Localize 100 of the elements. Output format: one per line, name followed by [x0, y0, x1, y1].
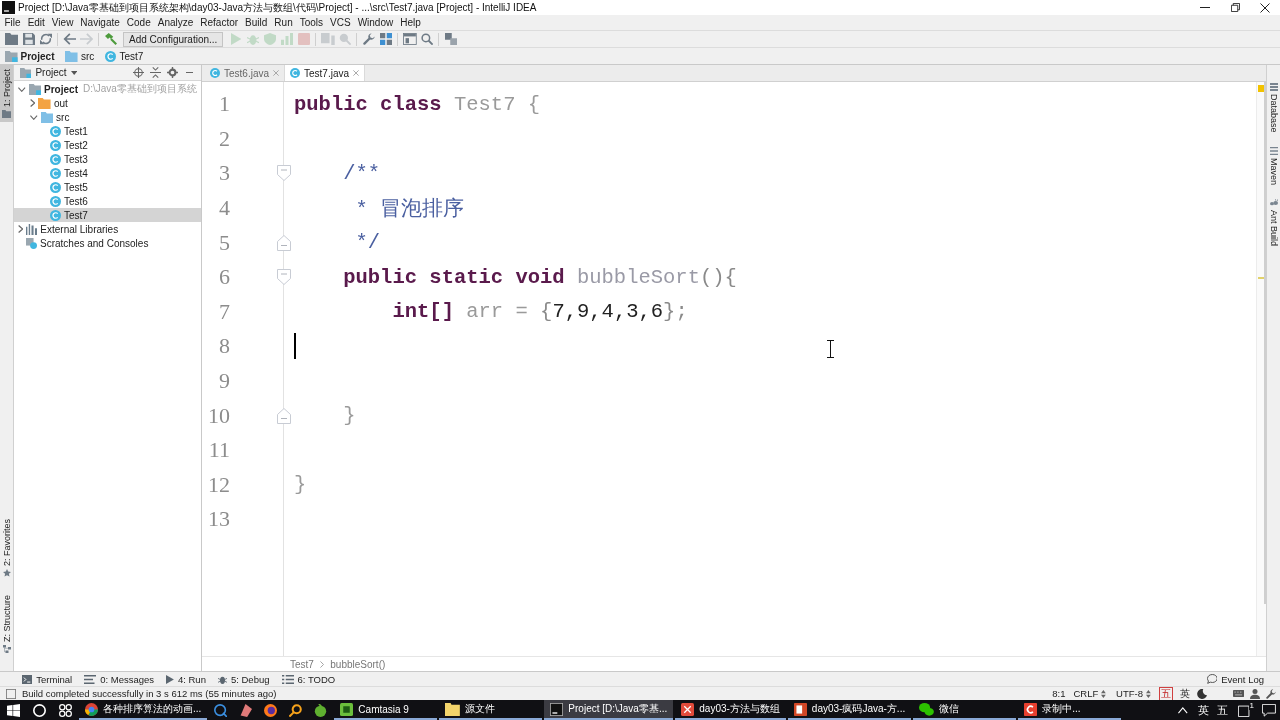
fold-marker-icon[interactable] [277, 269, 291, 286]
menu-item[interactable]: Edit [24, 15, 49, 30]
magnifier-icon [289, 703, 303, 717]
class-icon [50, 195, 61, 207]
bar-chart-icon [280, 33, 293, 45]
menu-item[interactable]: Build [241, 15, 271, 30]
tool-window-button[interactable]: 1: Project [0, 65, 13, 123]
menu-item[interactable]: VCS [326, 15, 355, 30]
tree-item[interactable]: External Libraries [14, 222, 123, 236]
tree-item[interactable]: src [14, 110, 74, 124]
shield-icon [263, 33, 276, 45]
navigation-crumb[interactable]: src [65, 50, 95, 62]
breadcrumb-item[interactable]: Test7 [290, 658, 314, 670]
class-icon [50, 167, 61, 179]
tool-window-button[interactable]: Maven [1267, 144, 1280, 187]
fold-marker-icon[interactable] [277, 165, 291, 182]
back-arrow-icon [62, 33, 77, 45]
taskbar-window-button[interactable]: day03-疯码Java-方... [787, 700, 912, 720]
locate-button[interactable] [130, 65, 147, 80]
line-separator-selector[interactable]: CRLF [1071, 687, 1109, 700]
event-log-button[interactable]: Event Log [1200, 672, 1270, 686]
taskbar-window-button[interactable]: 微信 [913, 700, 1017, 720]
toolbar-button[interactable] [442, 31, 460, 47]
menu-item[interactable]: Window [354, 15, 397, 30]
menu-item[interactable]: View [48, 15, 77, 30]
tree-item[interactable]: out [14, 96, 72, 110]
tool-window-button[interactable]: 0: Messages [78, 672, 161, 686]
menu-item[interactable]: Navigate [76, 15, 124, 30]
taskbar-window-button[interactable]: 各种排序算法的动画... [79, 700, 208, 720]
tool-window-button[interactable]: 4: Run [160, 672, 212, 686]
taskbar-window-button[interactable]: day03-方法与数组 [675, 700, 786, 720]
tree-item[interactable]: Project D:\Java零基础到项目系统 [14, 82, 201, 96]
taskbar-window-button[interactable]: 录制中... [1018, 700, 1122, 720]
chevron-down-icon[interactable] [30, 114, 38, 120]
tool-window-button[interactable]: 5: Debug [211, 672, 276, 686]
tool-window-button[interactable]: 2: Favorites [0, 514, 13, 581]
toolbar-button[interactable] [401, 31, 419, 47]
close-icon[interactable] [273, 70, 280, 76]
tree-item[interactable]: Scratches and Consoles [14, 236, 153, 250]
up-down-arrows-icon [1146, 689, 1151, 698]
tool-window-button[interactable]: 6: TODO [275, 672, 342, 686]
collapse-all-button[interactable] [147, 65, 164, 80]
synchronize-button[interactable] [37, 31, 54, 47]
line-number: 6 [218, 264, 230, 291]
tree-item[interactable]: Test5 [14, 180, 92, 194]
close-icon[interactable] [353, 70, 360, 76]
class-icon [290, 68, 301, 78]
open-button[interactable] [3, 31, 20, 47]
panel-toggle-icon[interactable] [6, 688, 16, 699]
fold-marker-icon[interactable] [277, 234, 291, 251]
editor-tab[interactable]: Test7.java [285, 65, 366, 81]
chevron-up-icon [1178, 706, 1188, 714]
structure-icon [2, 645, 11, 653]
tool-window-button[interactable]: Terminal [16, 672, 79, 686]
menu-item[interactable]: Refactor [196, 15, 242, 30]
crosshair-icon [133, 67, 144, 78]
input-method-indicator[interactable]: 英 [1194, 700, 1213, 720]
settings-button[interactable] [164, 65, 181, 80]
project-structure-button[interactable] [377, 31, 395, 47]
run-configuration-dropdown[interactable]: Add Configuration... [123, 31, 224, 47]
tree-item[interactable]: Test3 [14, 152, 92, 166]
tool-window-button[interactable]: Ant Build [1267, 196, 1280, 248]
list-icon [281, 674, 294, 684]
save-button[interactable] [20, 31, 37, 47]
chevron-right-icon[interactable] [18, 225, 24, 233]
search-icon [32, 703, 46, 717]
menu-item[interactable]: Help [396, 15, 425, 30]
taskbar-window-button[interactable]: Project [D:\Java零基... [544, 700, 674, 720]
line-number: 1 [218, 91, 230, 118]
menu-item[interactable]: Analyze [154, 15, 197, 30]
tool-window-button[interactable]: Z: Structure [0, 591, 13, 657]
tree-item[interactable]: Test2 [14, 138, 92, 152]
menu-item[interactable]: Tools [296, 15, 327, 30]
tree-item[interactable]: Test1 [14, 124, 92, 138]
taskbar-window-button[interactable]: Camtasia 9 [334, 700, 438, 720]
taskbar-window-button[interactable]: 源文件 [439, 700, 543, 720]
stacked-squares-icon [444, 33, 457, 45]
scrollbar-thumb[interactable] [1264, 82, 1266, 604]
chevron-down-icon[interactable] [18, 86, 26, 92]
back-button[interactable] [61, 31, 78, 47]
menu-item[interactable]: Run [270, 15, 297, 30]
encoding-selector[interactable]: UTF-8 [1114, 687, 1153, 700]
chevron-right-icon[interactable] [30, 99, 36, 107]
navigation-crumb[interactable]: Project [5, 50, 55, 62]
module-folder-icon [28, 83, 42, 95]
input-method-indicator[interactable]: 英 [1178, 687, 1191, 700]
breadcrumb-item[interactable]: bubbleSort() [330, 658, 386, 670]
notification-button[interactable]: 1 [1232, 700, 1258, 720]
menu-item[interactable]: Code [123, 15, 155, 30]
status-message: Build completed successfully in 3 s 612 ms (55 minutes ago) [22, 688, 277, 699]
input-method-indicator[interactable]: 五 [1213, 700, 1232, 720]
tree-item[interactable]: Test6 [14, 194, 92, 208]
tree-item[interactable]: Test4 [14, 166, 92, 180]
app-icon [681, 702, 695, 716]
tool-window-button[interactable]: Database [1267, 81, 1280, 135]
fold-marker-icon[interactable] [277, 407, 291, 424]
tree-item[interactable]: Test7 [14, 208, 201, 222]
navigation-crumb[interactable]: Test7 [105, 50, 144, 62]
caret-position[interactable]: 8:1 [1052, 688, 1066, 699]
menu-item[interactable]: File [1, 15, 25, 30]
